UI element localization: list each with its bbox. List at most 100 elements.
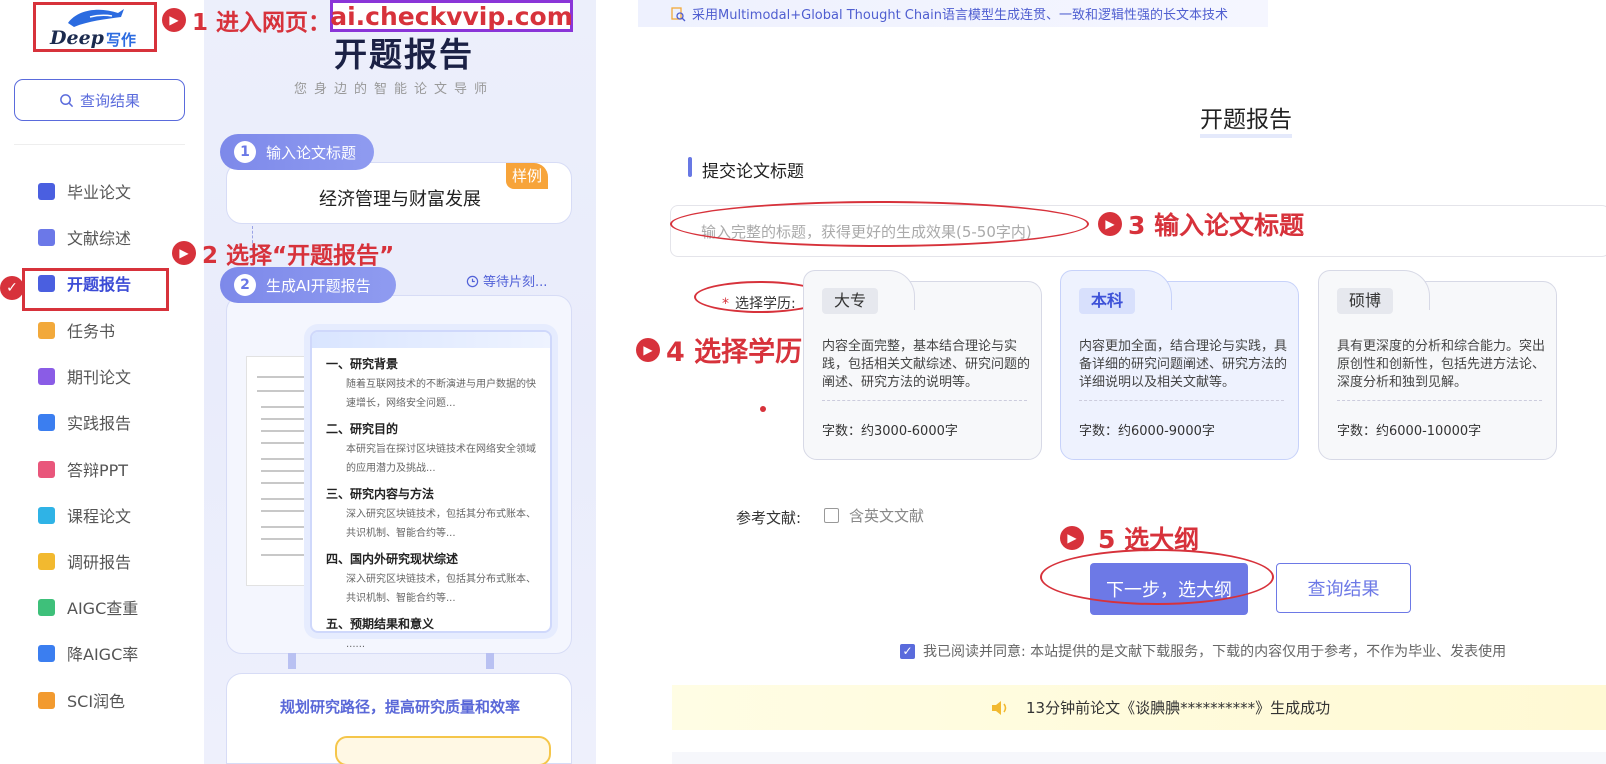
annotation-step4-text: 4 选择学历 xyxy=(666,337,803,368)
feature-banner: 采用Multimodal+Global Thought Chain语言模型生成连… xyxy=(638,0,1268,27)
sidebar-query-button[interactable]: 查询结果 xyxy=(14,79,185,121)
main-content: 采用Multimodal+Global Thought Chain语言模型生成连… xyxy=(596,0,1606,764)
education-card-2[interactable]: 硕博 具有更深度的分析和综合能力。突出原创性和创新性，包括先进方法论、深度分析和独… xyxy=(1318,270,1557,460)
doc-section-heading: 一、研究背景 xyxy=(326,357,399,371)
intro-panel: 开题报告 您身边的智能论文导师 经济管理与财富发展 1 输入论文标题 样例 2 … xyxy=(204,0,596,764)
red-dot xyxy=(760,406,766,412)
doc-section-heading: 三、研究内容与方法 xyxy=(326,487,435,501)
step2-number: 2 xyxy=(234,274,256,296)
card-separator xyxy=(1337,400,1542,401)
check-icon: ✓ xyxy=(0,276,24,300)
card-word-count: 字数：约6000-9000字 xyxy=(1079,424,1215,439)
sidebar-item-label: 答辩PPT xyxy=(67,461,129,480)
sidebar-item-label: 期刊论文 xyxy=(67,368,132,387)
page-title: 开题报告 xyxy=(1200,100,1292,138)
step3-text: 规划研究路径，提高研究质量和效率 xyxy=(279,698,520,716)
annotation-step5: ▶ 5 选大纲 xyxy=(1060,520,1199,556)
aigc-check-icon xyxy=(38,598,55,616)
doc-section-heading: 四、国内外研究现状综述 xyxy=(326,552,459,566)
doc-section-body: ...... xyxy=(346,639,366,650)
annotation-highlight-box xyxy=(22,268,169,311)
card-word-count: 字数：约3000-6000字 xyxy=(822,424,958,439)
document-content: 一、研究背景 随着互联网技术的不断演进与用户数据的快速增长，网络安全问题... 二、… xyxy=(312,355,550,654)
waiting-text: 等待片刻... xyxy=(466,271,547,290)
annotation-step2: ▶ 2 选择“开题报告” xyxy=(172,236,394,270)
sidebar-divider xyxy=(14,144,185,145)
practice-icon xyxy=(38,413,55,431)
sidebar-item-3[interactable]: 任务书 xyxy=(38,315,188,345)
ppt-icon xyxy=(38,460,55,478)
annotation-step3: ▶ 3 输入论文标题 xyxy=(1098,206,1304,242)
search-doc-icon xyxy=(671,6,686,21)
sidebar-item-1[interactable]: 文献综述 xyxy=(38,222,188,252)
agreement[interactable]: ✓ 我已阅读并同意: 本站提供的是文献下载服务，下载的内容仅用于参考，不作为毕业… xyxy=(900,641,1506,661)
card-description: 具有更深度的分析和综合能力。突出原创性和创新性，包括先进方法论、深度分析和独到见… xyxy=(1337,339,1546,390)
reference-label: 参考文献: xyxy=(736,509,802,527)
dolphin-logo-icon xyxy=(68,9,124,27)
doc-section-body: 本研究旨在探讨区块链技术在网络安全领域的应用潜力及挑战... xyxy=(346,444,536,474)
sidebar-item-label: 任务书 xyxy=(67,322,116,341)
english-reference-checkbox[interactable]: 含英文文献 xyxy=(824,505,924,526)
sidebar-item-label: AIGC查重 xyxy=(67,599,139,618)
sci-icon xyxy=(38,691,55,709)
flag-icon: ▶ xyxy=(636,337,660,362)
clock-icon xyxy=(466,275,479,288)
course-icon xyxy=(38,506,55,524)
sidebar-item-5[interactable]: 实践报告 xyxy=(38,407,188,437)
step1-number: 1 xyxy=(234,141,256,163)
annotation-step1: ▶ 1 进入网页： xyxy=(162,3,331,37)
sidebar-item-7[interactable]: 课程论文 xyxy=(38,500,188,530)
connector-right xyxy=(486,653,494,669)
step3-preview xyxy=(335,736,551,764)
card-description: 内容更加全面，结合理论与实践，具备详细的研究问题阐述、研究方法的详细说明以及相关… xyxy=(1079,339,1288,390)
document-icon xyxy=(38,228,55,246)
logo[interactable]: Deep 写作 xyxy=(33,2,157,52)
sidebar-item-label: 调研报告 xyxy=(67,553,132,572)
intro-subtitle: 您身边的智能论文导师 xyxy=(294,82,495,97)
sidebar-item-6[interactable]: 答辩PPT xyxy=(38,454,188,484)
doc-section-body: 深入研究区块链技术，包括其分布式账本、共识机制、智能合约等... xyxy=(346,509,536,539)
bottom-strip xyxy=(672,752,1606,764)
education-card-0[interactable]: 大专 内容全面完整，基本结合理论与实践，包括相关文献综述、研究问题的阐述、研究方法… xyxy=(803,270,1042,460)
search-icon xyxy=(60,93,74,107)
annotation-step4: ▶ 4 选择学历 xyxy=(636,330,802,369)
connector-left xyxy=(288,653,296,669)
logo-text: Deep xyxy=(50,27,104,49)
sidebar-item-label: 实践报告 xyxy=(67,414,132,433)
annotation-ellipse-next xyxy=(1040,549,1274,605)
sidebar-item-8[interactable]: 调研报告 xyxy=(38,546,188,576)
card-word-count: 字数：约6000-10000字 xyxy=(1337,424,1482,439)
sidebar-item-9[interactable]: AIGC查重 xyxy=(38,592,188,622)
card-name: 大专 xyxy=(822,288,879,314)
survey-icon xyxy=(38,552,55,570)
agreement-text: 我已阅读并同意: 本站提供的是文献下载服务，下载的内容仅用于参考，不作为毕业、发… xyxy=(923,644,1507,660)
card-separator xyxy=(822,400,1027,401)
doc-section-body: 深入研究区块链技术，包括其分布式账本、共识机制、智能合约等... xyxy=(346,574,536,604)
sidebar-item-label: 文献综述 xyxy=(67,229,132,248)
education-card-1[interactable]: 本科内容更加全面，结合理论与实践，具备详细的研究问题阐述、研究方法的详细说明以及… xyxy=(1060,270,1299,460)
waiting-label: 等待片刻... xyxy=(483,275,548,290)
sidebar-item-0[interactable]: 毕业论文 xyxy=(38,176,188,206)
aigc-reduce-icon xyxy=(38,644,55,662)
intro-title: 开题报告 xyxy=(334,35,474,74)
notice-bar: 13分钟前论文《谈腆腆**********》生成成功 xyxy=(672,685,1606,730)
logo-cn-text: 写作 xyxy=(106,31,137,49)
doc-section-heading: 二、研究目的 xyxy=(326,422,399,436)
task-icon xyxy=(38,321,55,339)
step1-pill: 1 输入论文标题 xyxy=(220,134,375,170)
card-name: 本科 xyxy=(1079,288,1136,314)
sidebar-item-label: 课程论文 xyxy=(67,507,132,526)
annotation-ellipse-input xyxy=(670,201,1089,247)
sidebar-item-10[interactable]: 降AIGC率 xyxy=(38,638,188,668)
flag-icon: ▶ xyxy=(162,8,186,32)
sidebar-item-11[interactable]: SCI润色 xyxy=(38,685,188,715)
annotation-url: ai.checkvvip.com xyxy=(330,0,573,32)
doc-section-heading: 五、预期结果和意义 xyxy=(326,617,435,631)
document-header xyxy=(312,332,550,348)
flag-icon: ▶ xyxy=(1098,212,1122,236)
checked-checkbox-icon[interactable]: ✓ xyxy=(900,643,915,659)
sidebar-item-4[interactable]: 期刊论文 xyxy=(38,361,188,391)
query-result-button[interactable]: 查询结果 xyxy=(1276,563,1411,613)
sidebar-item-label: SCI润色 xyxy=(67,692,126,711)
graduation-cap-icon xyxy=(38,182,55,200)
